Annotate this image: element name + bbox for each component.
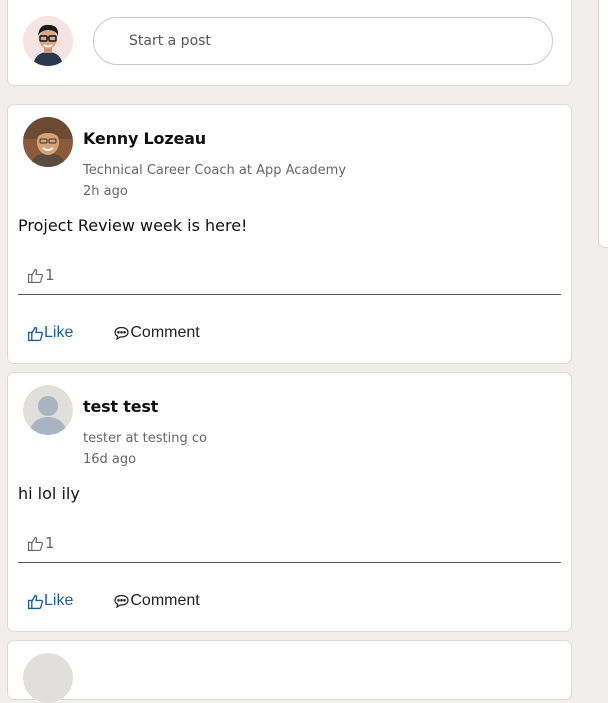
author-avatar[interactable] <box>23 385 73 435</box>
author-headline: Technical Career Coach at App Academy <box>83 163 347 178</box>
like-button[interactable]: Like <box>27 592 73 610</box>
author-avatar[interactable] <box>23 117 73 167</box>
thumbs-up-icon <box>28 536 43 551</box>
start-post-input[interactable]: Start a post <box>93 17 553 65</box>
post-timestamp: 2h ago <box>83 184 128 199</box>
comment-icon <box>114 326 129 341</box>
post-body: Project Review week is here! <box>18 216 248 235</box>
author-headline: tester at testing co <box>83 431 207 446</box>
post-card: test test tester at testing co 16d ago h… <box>7 372 572 632</box>
comment-button[interactable]: Comment <box>113 592 200 610</box>
comment-button[interactable]: Comment <box>113 324 200 342</box>
like-button[interactable]: Like <box>27 324 73 342</box>
comment-button-label: Comment <box>130 592 200 609</box>
post-body: hi lol ily <box>18 484 80 503</box>
comment-button-label: Comment <box>130 324 200 341</box>
post-divider <box>18 294 561 295</box>
post-actions: Like Comment <box>27 324 200 342</box>
thumbs-up-icon <box>28 268 43 283</box>
author-name[interactable]: test test <box>83 397 158 416</box>
post-divider <box>18 562 561 563</box>
post-timestamp: 16d ago <box>83 452 137 467</box>
post-actions: Like Comment <box>27 592 200 610</box>
post-card <box>7 640 572 703</box>
like-count-value: 1 <box>45 534 55 552</box>
default-avatar-icon <box>23 653 73 703</box>
like-count-value: 1 <box>45 266 55 284</box>
author-avatar[interactable] <box>23 653 73 703</box>
like-count: 1 <box>27 534 55 552</box>
right-sidebar-panel <box>598 0 608 248</box>
post-card: Kenny Lozeau Technical Career Coach at A… <box>7 104 572 364</box>
current-user-avatar[interactable] <box>23 16 73 66</box>
author-name[interactable]: Kenny Lozeau <box>83 129 206 148</box>
like-button-label: Like <box>44 592 74 609</box>
comment-icon <box>114 594 129 609</box>
like-button-label: Like <box>44 324 74 341</box>
thumbs-up-icon <box>27 326 44 341</box>
like-count: 1 <box>27 266 55 284</box>
default-avatar-icon <box>23 385 73 435</box>
post-composer: Start a post <box>7 0 572 86</box>
thumbs-up-icon <box>27 594 44 609</box>
